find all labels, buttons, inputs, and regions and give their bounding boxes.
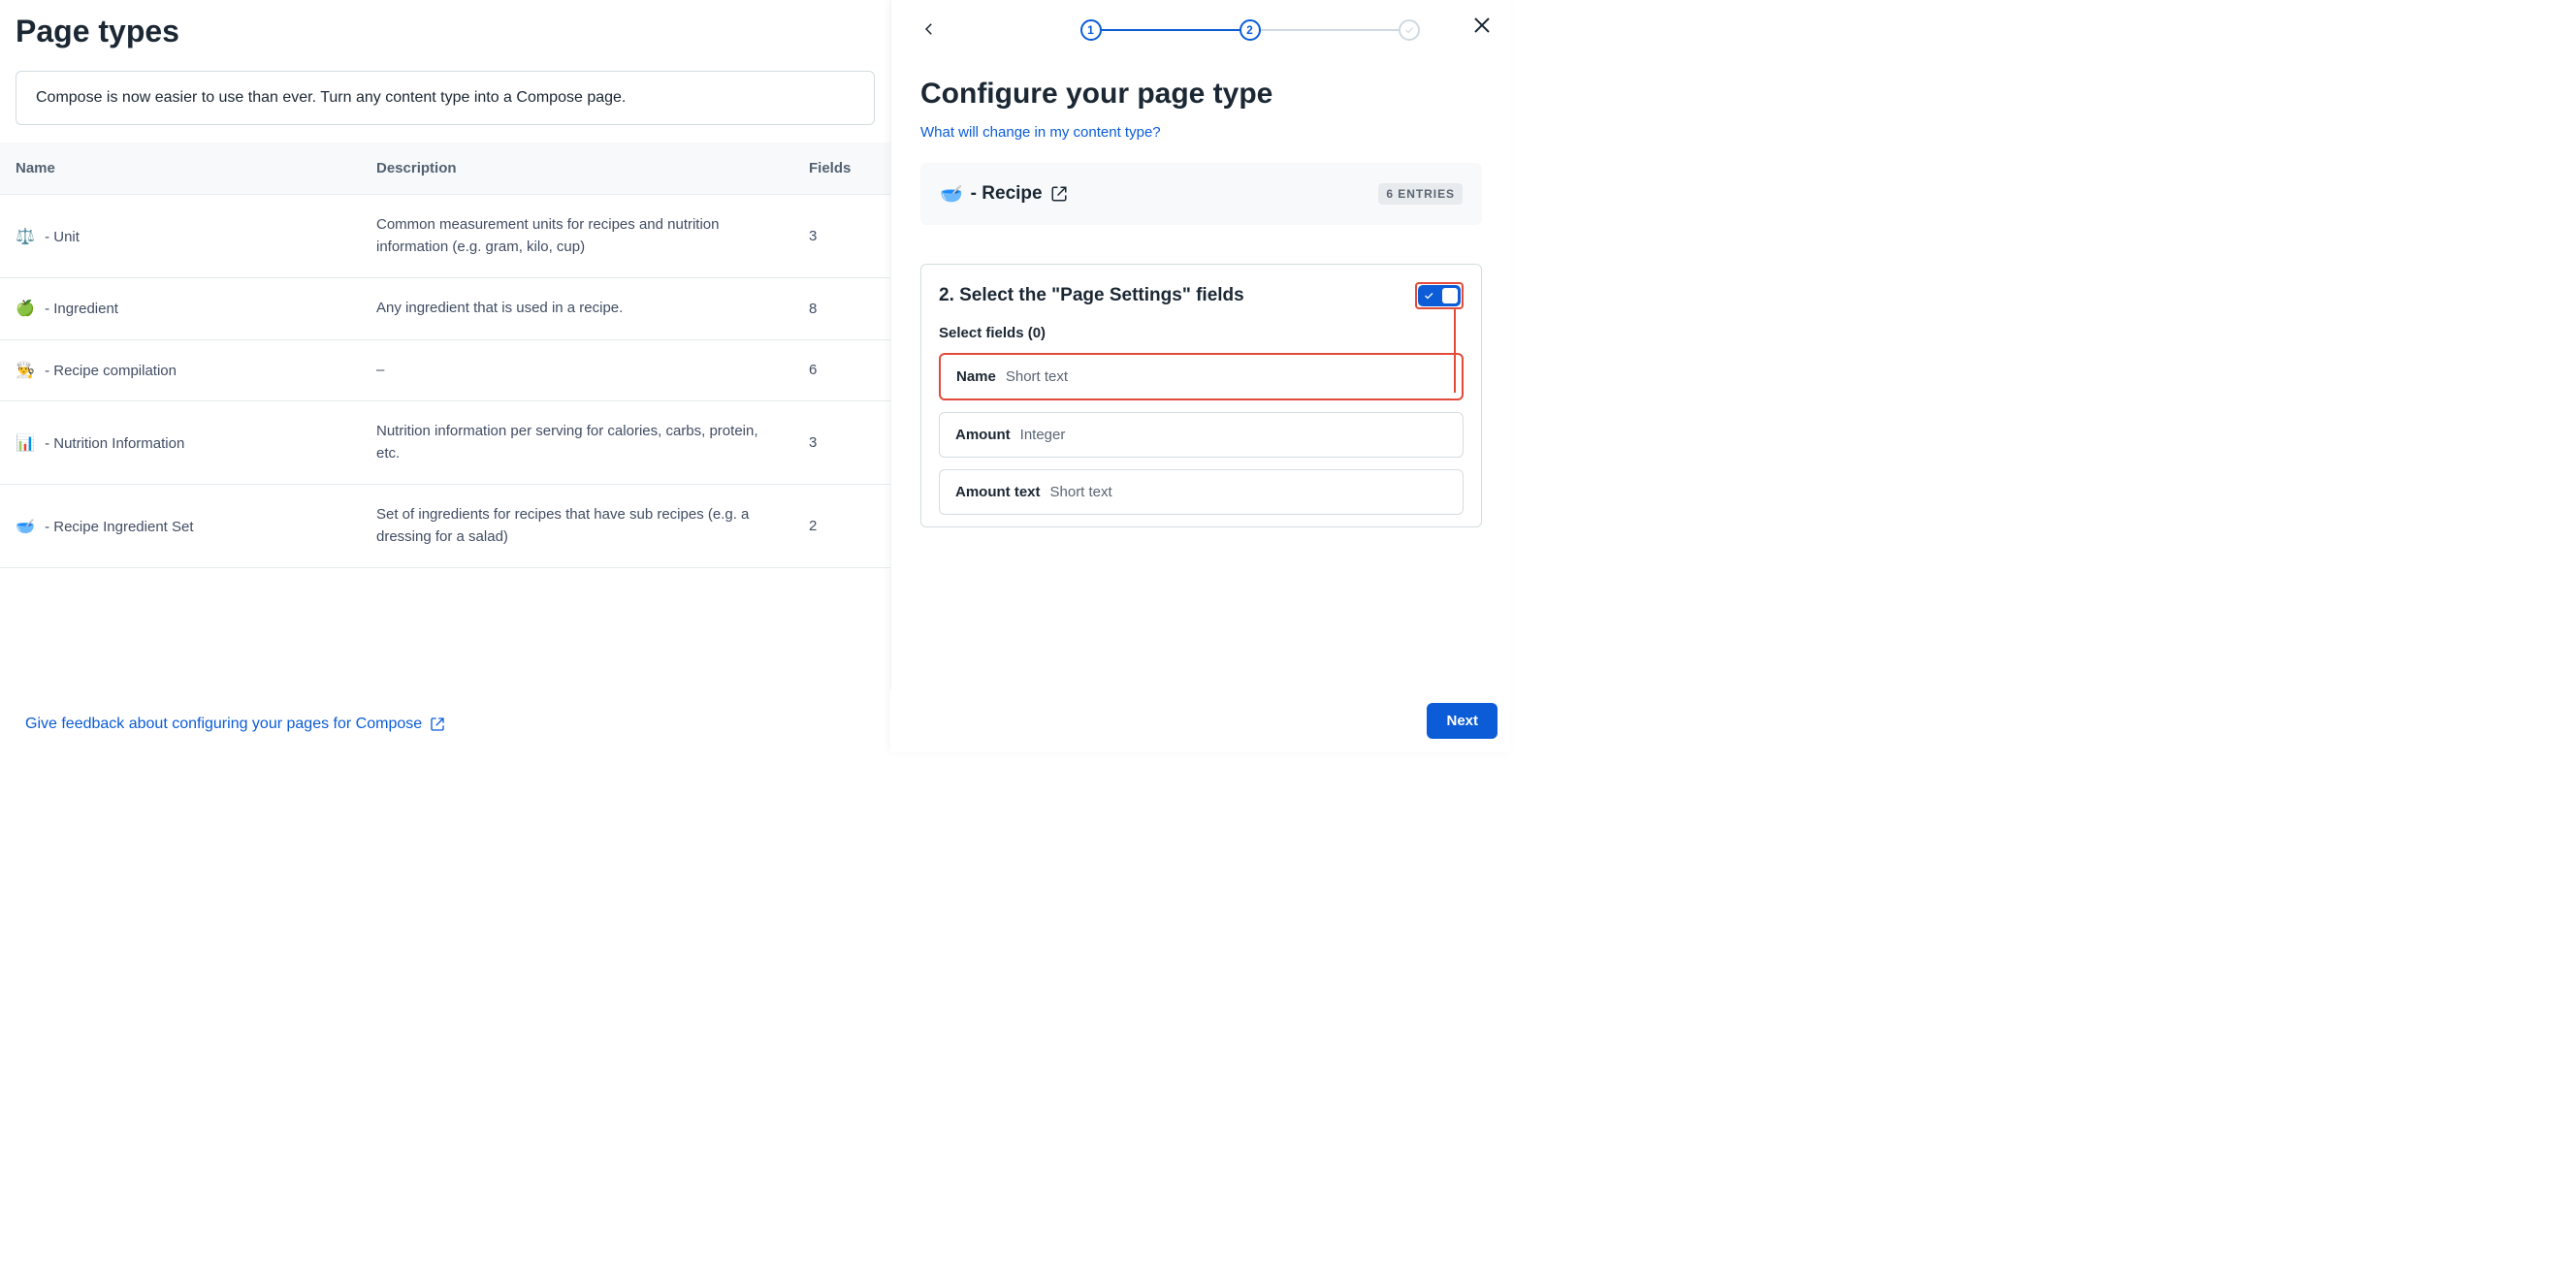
row-name: - Nutrition Information	[41, 435, 184, 452]
field-type-label: Short text	[1006, 368, 1068, 385]
row-fields: 2	[793, 485, 890, 568]
step-line-2-3	[1261, 29, 1399, 31]
external-link-icon	[430, 717, 445, 732]
row-description: Common measurement units for recipes and…	[361, 195, 793, 278]
row-fields: 8	[793, 278, 890, 340]
feedback-link-label: Give feedback about configuring your pag…	[25, 716, 422, 733]
table-row[interactable]: 👨‍🍳 - Recipe compilation – 6	[0, 339, 890, 401]
field-name-label: Amount text	[955, 484, 1041, 500]
next-button[interactable]: Next	[1427, 703, 1497, 739]
annotation-connector	[1454, 307, 1456, 393]
row-description: Any ingredient that is used in a recipe.	[361, 278, 793, 340]
row-description: Nutrition information per serving for ca…	[361, 401, 793, 485]
row-name: - Recipe compilation	[41, 363, 177, 379]
row-description: –	[361, 339, 793, 401]
field-type-label: Short text	[1050, 484, 1112, 500]
recipe-title[interactable]: 🥣 - Recipe	[940, 182, 1068, 206]
external-link-icon	[1050, 185, 1068, 203]
row-fields: 3	[793, 195, 890, 278]
table-row[interactable]: 📊 - Nutrition Information Nutrition info…	[0, 401, 890, 485]
check-icon	[1423, 290, 1434, 302]
table-row[interactable]: 🥣 - Recipe Ingredient Set Set of ingredi…	[0, 485, 890, 568]
row-fields: 6	[793, 339, 890, 401]
drawer-footer: Next	[890, 689, 1511, 752]
field-type-label: Integer	[1020, 427, 1066, 443]
check-icon	[1403, 24, 1415, 36]
recipe-label: - Recipe	[971, 183, 1043, 205]
row-emoji: ⚖️	[16, 229, 35, 245]
close-button[interactable]	[1470, 14, 1494, 37]
stepper-row: 1 2	[891, 0, 1511, 48]
feedback-link[interactable]: Give feedback about configuring your pag…	[25, 716, 445, 733]
step-2[interactable]: 2	[1240, 19, 1261, 41]
main-area: Page types Compose is now easier to use …	[0, 0, 890, 752]
row-name: - Unit	[41, 229, 80, 245]
drawer-body: Configure your page type What will chang…	[891, 48, 1511, 527]
step-line-1-2	[1102, 29, 1240, 31]
toggle-knob	[1442, 288, 1458, 303]
field-option-amount[interactable]: Amount Integer	[939, 412, 1464, 458]
page-settings-card: 2. Select the "Page Settings" fields Sel…	[920, 264, 1482, 527]
row-name: - Ingredient	[41, 301, 118, 317]
chevron-left-icon	[920, 20, 938, 38]
drawer-heading: Configure your page type	[920, 78, 1482, 111]
col-header-description: Description	[361, 143, 793, 195]
row-emoji: 🍏	[16, 301, 35, 317]
table-header-row: Name Description Fields	[0, 143, 890, 195]
page-types-table: Name Description Fields ⚖️ - Unit Common…	[0, 143, 890, 568]
table-row[interactable]: 🍏 - Ingredient Any ingredient that is us…	[0, 278, 890, 340]
field-name-label: Amount	[955, 427, 1011, 443]
row-fields: 3	[793, 401, 890, 485]
row-name: - Recipe Ingredient Set	[41, 519, 194, 535]
col-header-fields: Fields	[793, 143, 890, 195]
stepper: 1 2	[1017, 19, 1482, 41]
row-emoji: 👨‍🍳	[16, 363, 35, 379]
close-icon	[1470, 14, 1494, 37]
field-option-name[interactable]: Name Short text	[939, 353, 1464, 400]
row-emoji: 📊	[16, 435, 35, 452]
page-settings-toggle[interactable]	[1418, 285, 1461, 306]
row-description: Set of ingredients for recipes that have…	[361, 485, 793, 568]
field-name-label: Name	[956, 368, 996, 385]
feedback-bar: Give feedback about configuring your pag…	[0, 698, 890, 752]
step-3	[1399, 19, 1420, 41]
recipe-emoji: 🥣	[940, 182, 963, 206]
help-link[interactable]: What will change in my content type?	[920, 124, 1161, 141]
info-banner: Compose is now easier to use than ever. …	[16, 71, 875, 125]
selected-content-type-card: 🥣 - Recipe 6 ENTRIES	[920, 163, 1482, 225]
field-option-amount-text[interactable]: Amount text Short text	[939, 469, 1464, 515]
page-settings-title: 2. Select the "Page Settings" fields	[939, 285, 1244, 306]
select-fields-label: Select fields (0)	[939, 325, 1464, 341]
back-button[interactable]	[920, 20, 940, 40]
entries-badge: 6 ENTRIES	[1378, 183, 1463, 205]
row-emoji: 🥣	[16, 519, 35, 535]
page-title: Page types	[0, 0, 890, 57]
step-1[interactable]: 1	[1080, 19, 1102, 41]
table-row[interactable]: ⚖️ - Unit Common measurement units for r…	[0, 195, 890, 278]
annotation-highlight-toggle	[1415, 282, 1464, 309]
col-header-name: Name	[0, 143, 361, 195]
config-drawer: 1 2 Configure your page type What will c…	[890, 0, 1511, 752]
